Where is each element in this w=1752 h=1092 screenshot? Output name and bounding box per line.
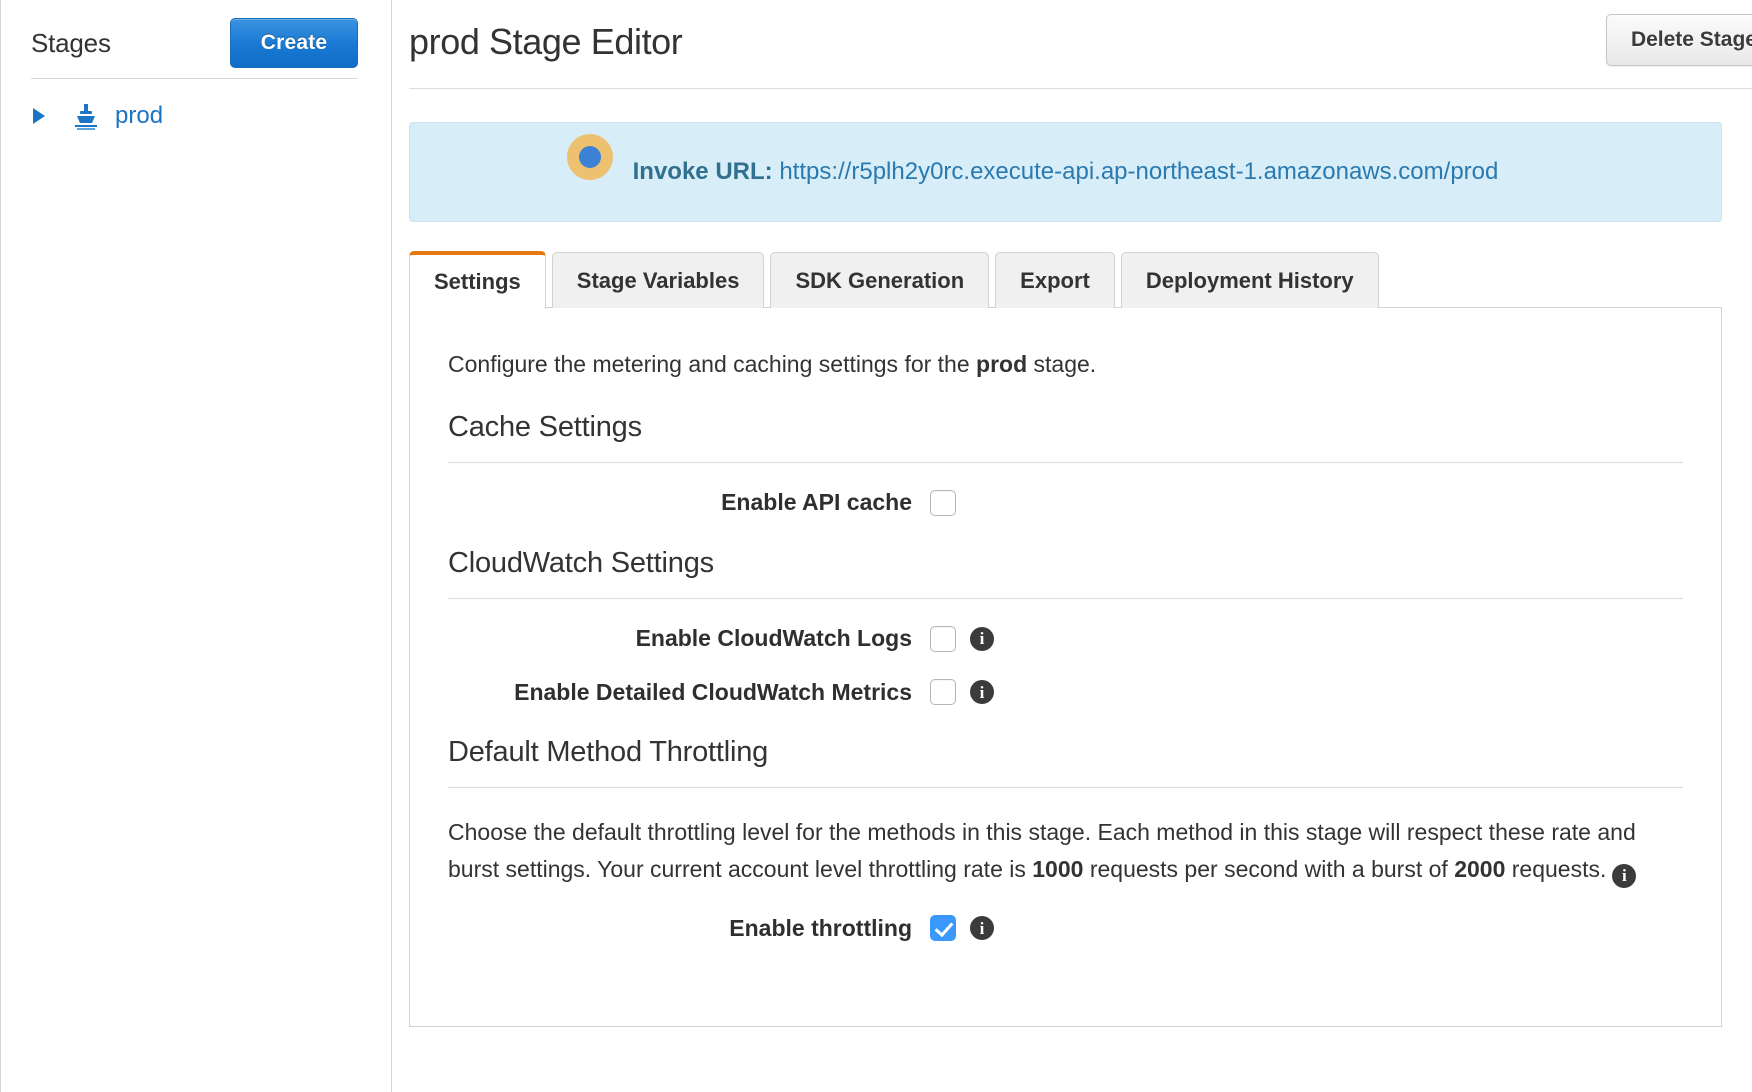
field-enable-detailed-metrics: Enable Detailed CloudWatch Metrics i bbox=[448, 679, 1683, 707]
tab-sdk-generation[interactable]: SDK Generation bbox=[770, 252, 990, 308]
throttling-desc-part3: requests. bbox=[1505, 856, 1607, 883]
enable-cloudwatch-logs-label: Enable CloudWatch Logs bbox=[635, 624, 912, 651]
stage-ship-icon bbox=[65, 101, 107, 131]
settings-panel: Configure the metering and caching setti… bbox=[409, 307, 1722, 1027]
invoke-url-banner-wrap: Invoke URL: https://r5plh2y0rc.execute-a… bbox=[392, 89, 1752, 222]
enable-api-cache-checkbox[interactable] bbox=[930, 490, 956, 517]
tab-deployment-history[interactable]: Deployment History bbox=[1120, 252, 1379, 308]
field-enable-api-cache: Enable API cache bbox=[448, 489, 1683, 517]
info-icon[interactable]: i bbox=[970, 680, 994, 705]
tabs-wrap: Settings Stage Variables SDK Generation … bbox=[392, 222, 1752, 309]
sidebar-left-edge bbox=[0, 0, 1, 1092]
throttling-description: Choose the default throttling level for … bbox=[448, 814, 1673, 889]
stages-sidebar: Stages Create prod bbox=[0, 0, 392, 1092]
info-icon[interactable]: i bbox=[970, 916, 994, 941]
invoke-url-label: Invoke URL: bbox=[632, 158, 773, 185]
enable-cloudwatch-logs-checkbox[interactable] bbox=[930, 625, 956, 652]
info-icon[interactable]: i bbox=[970, 626, 994, 651]
triangle-right-icon[interactable] bbox=[31, 107, 65, 125]
stages-title: Stages bbox=[31, 27, 111, 58]
invoke-url-text: Invoke URL: https://r5plh2y0rc.execute-a… bbox=[633, 158, 1499, 186]
delete-stage-button[interactable]: Delete Stage bbox=[1605, 14, 1752, 66]
settings-intro-suffix: stage. bbox=[1027, 351, 1097, 377]
throttling-desc-part2: requests per second with a burst of bbox=[1083, 856, 1455, 883]
enable-throttling-label: Enable throttling bbox=[729, 914, 912, 941]
sidebar-item-prod-label[interactable]: prod bbox=[115, 102, 163, 130]
sidebar-item-prod[interactable]: prod bbox=[31, 79, 358, 131]
page-title: prod Stage Editor bbox=[409, 21, 683, 62]
cache-settings-heading: Cache Settings bbox=[448, 411, 642, 444]
tab-export[interactable]: Export bbox=[995, 252, 1115, 308]
page-header: prod Stage Editor Delete Stage bbox=[392, 0, 1752, 80]
enable-throttling-checkbox[interactable] bbox=[930, 915, 956, 942]
enable-detailed-metrics-checkbox[interactable] bbox=[930, 679, 956, 706]
default-method-throttling-heading: Default Method Throttling bbox=[448, 736, 769, 769]
invoke-url-link[interactable]: https://r5plh2y0rc.execute-api.ap-northe… bbox=[779, 158, 1498, 185]
stages-header: Stages Create bbox=[31, 0, 358, 78]
enable-api-cache-label: Enable API cache bbox=[721, 489, 912, 516]
info-icon[interactable]: i bbox=[1612, 863, 1637, 888]
tab-bar: Settings Stage Variables SDK Generation … bbox=[409, 251, 1722, 309]
enable-detailed-metrics-label: Enable Detailed CloudWatch Metrics bbox=[514, 678, 912, 705]
default-method-throttling-rule bbox=[448, 787, 1683, 789]
cloudwatch-settings-heading: CloudWatch Settings bbox=[448, 546, 714, 579]
tab-stage-variables[interactable]: Stage Variables bbox=[551, 252, 765, 308]
field-enable-cloudwatch-logs: Enable CloudWatch Logs i bbox=[448, 625, 1683, 653]
tab-settings[interactable]: Settings bbox=[409, 251, 546, 309]
settings-intro-prefix: Configure the metering and caching setti… bbox=[448, 351, 977, 377]
main-panel: prod Stage Editor Delete Stage Invoke UR… bbox=[392, 0, 1752, 1092]
throttling-burst-value: 2000 bbox=[1454, 856, 1506, 883]
cache-settings-rule bbox=[448, 462, 1683, 464]
cloudwatch-settings-rule bbox=[448, 597, 1683, 599]
invoke-url-banner: Invoke URL: https://r5plh2y0rc.execute-a… bbox=[409, 122, 1722, 222]
throttling-rate-value: 1000 bbox=[1032, 856, 1084, 883]
stage-editor-page: Stages Create prod prod Stage Editor Del… bbox=[0, 0, 1752, 1092]
field-enable-throttling: Enable throttling i bbox=[448, 915, 1683, 943]
settings-intro: Configure the metering and caching setti… bbox=[448, 348, 1683, 381]
create-stage-button[interactable]: Create bbox=[230, 18, 358, 68]
settings-intro-stage: prod bbox=[976, 351, 1028, 377]
